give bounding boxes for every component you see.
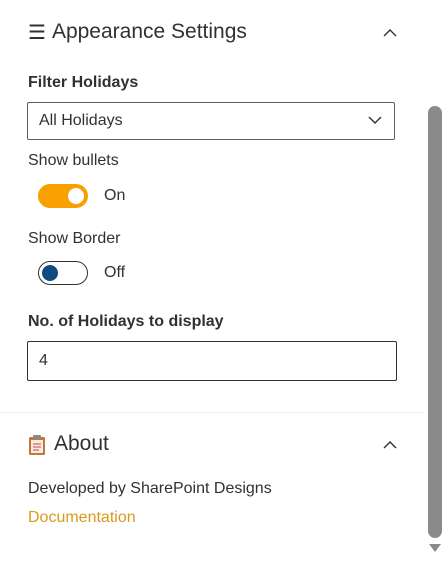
clipboard-icon	[28, 434, 45, 455]
chevron-up-icon[interactable]	[382, 24, 398, 40]
show-border-row: Off	[38, 261, 125, 285]
filter-holidays-value: All Holidays	[39, 112, 123, 129]
show-border-state: Off	[104, 264, 126, 281]
holiday-count-label: No. of Holidays to display	[28, 313, 224, 330]
hamburger-icon: ☰	[28, 21, 46, 44]
toggle-knob	[68, 188, 84, 204]
show-border-toggle[interactable]	[38, 261, 88, 285]
show-bullets-toggle[interactable]	[38, 184, 88, 208]
show-bullets-label: Show bullets	[28, 152, 119, 169]
show-border-label: Show Border	[28, 230, 121, 247]
scrollbar[interactable]	[424, 0, 447, 561]
holiday-count-input[interactable]	[27, 341, 397, 381]
about-section-title: About	[28, 432, 109, 456]
scroll-down-arrow-icon[interactable]	[429, 544, 441, 552]
show-bullets-row: On	[38, 184, 125, 208]
chevron-up-icon[interactable]	[382, 436, 398, 452]
appearance-section-title: ☰ Appearance Settings	[28, 20, 247, 45]
about-section-header[interactable]: About	[28, 429, 398, 459]
section-divider	[0, 412, 424, 413]
about-title-text: About	[54, 432, 109, 455]
documentation-link[interactable]: Documentation	[28, 509, 136, 527]
scrollbar-thumb[interactable]	[428, 106, 442, 538]
filter-holidays-dropdown[interactable]: All Holidays	[27, 102, 395, 140]
developed-by-text: Developed by SharePoint Designs	[28, 480, 272, 497]
show-bullets-state: On	[104, 187, 126, 204]
property-pane: ☰ Appearance Settings Filter Holidays Al…	[0, 0, 424, 561]
chevron-down-icon	[368, 112, 382, 130]
appearance-title-text: Appearance Settings	[51, 20, 247, 43]
toggle-knob	[42, 265, 58, 281]
filter-holidays-label: Filter Holidays	[28, 74, 139, 91]
appearance-section-header[interactable]: ☰ Appearance Settings	[28, 17, 398, 47]
